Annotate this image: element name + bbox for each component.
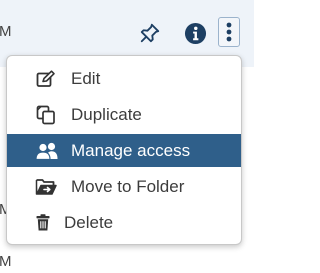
info-circle-icon[interactable]	[183, 21, 207, 45]
menu-item-duplicate[interactable]: Duplicate	[7, 98, 241, 131]
menu-item-label: Duplicate	[71, 104, 142, 124]
list-row[interactable]: M	[0, 243, 254, 273]
menu-item-delete[interactable]: Delete	[7, 206, 241, 239]
row-actions	[138, 17, 248, 48]
row-context-menu: Edit Duplicate Manage access Move to Fol…	[6, 55, 242, 245]
row-cell-text: M	[0, 253, 12, 270]
menu-item-move-to-folder[interactable]: Move to Folder	[7, 170, 241, 203]
menu-item-manage-access[interactable]: Manage access	[7, 134, 241, 167]
menu-item-label: Move to Folder	[71, 176, 185, 196]
menu-item-label: Delete	[64, 212, 114, 232]
more-options-button[interactable]	[218, 17, 240, 47]
folder-move-icon	[35, 177, 57, 197]
menu-item-label: Edit	[71, 68, 101, 88]
edit-icon	[35, 69, 57, 89]
vertical-ellipsis-icon	[226, 22, 232, 42]
row-cell-text: M	[0, 23, 12, 40]
duplicate-icon	[35, 105, 57, 125]
trash-icon	[34, 213, 52, 233]
pin-icon[interactable]	[138, 21, 162, 45]
users-icon	[34, 141, 60, 161]
menu-item-label: Manage access	[71, 140, 191, 160]
menu-item-edit[interactable]: Edit	[7, 62, 241, 95]
